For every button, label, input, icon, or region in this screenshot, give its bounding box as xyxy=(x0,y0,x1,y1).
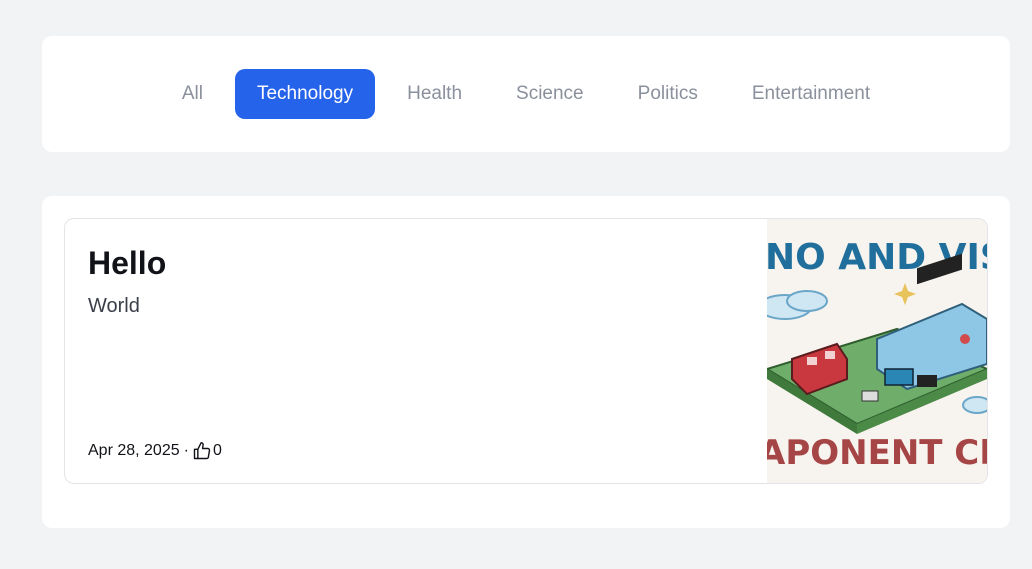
image-caption-bottom: APONENT CREATI xyxy=(767,433,987,473)
tab-science[interactable]: Science xyxy=(494,69,606,119)
post-date: Apr 28, 2025 xyxy=(88,442,180,459)
post-title: Hello xyxy=(88,245,167,281)
tab-entertainment[interactable]: Entertainment xyxy=(730,69,892,119)
tab-technology[interactable]: Technology xyxy=(234,69,376,119)
post-card[interactable]: Hello World Apr 28, 2025 · 0 NO AND VISU xyxy=(64,218,988,484)
post-meta: Apr 28, 2025 · 0 xyxy=(88,441,222,461)
thumbs-up-icon[interactable] xyxy=(192,441,212,461)
category-tabs-panel: All Technology Health Science Politics E… xyxy=(42,36,1010,152)
post-feed-panel: Hello World Apr 28, 2025 · 0 NO AND VISU xyxy=(42,196,1010,528)
post-thumbnail: NO AND VISU xyxy=(767,219,987,483)
like-count: 0 xyxy=(212,442,222,459)
meta-separator: · xyxy=(183,442,189,459)
tab-all[interactable]: All xyxy=(160,69,225,119)
tab-politics[interactable]: Politics xyxy=(616,69,720,119)
category-tab-list: All Technology Health Science Politics E… xyxy=(42,69,1010,119)
tab-health[interactable]: Health xyxy=(385,69,484,119)
post-subtitle: World xyxy=(88,295,140,317)
